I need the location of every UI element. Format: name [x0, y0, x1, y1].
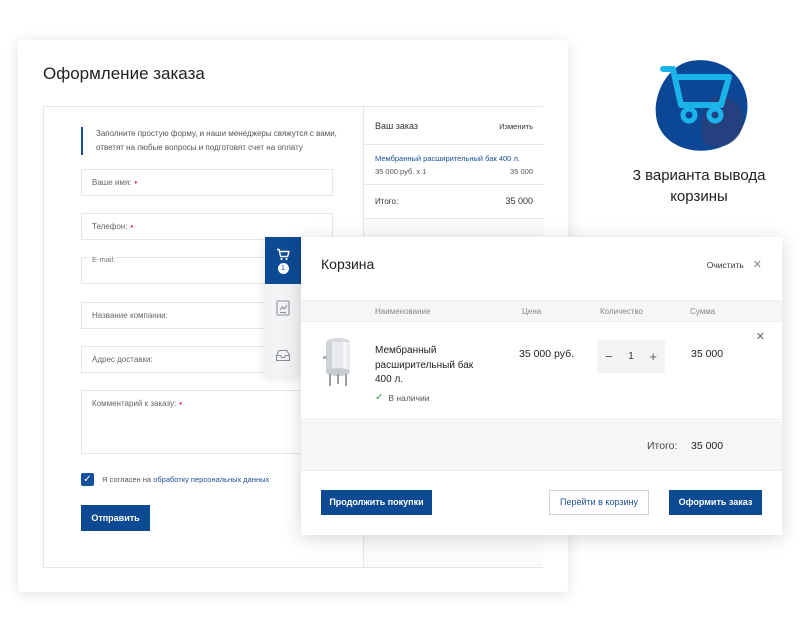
order-total-value: 35 000 — [505, 196, 533, 206]
column-name: Наименование — [375, 307, 431, 316]
required-mark: • — [179, 399, 183, 408]
compare-icon — [276, 299, 290, 316]
comment-field[interactable]: Комментарий к заказу: • — [81, 390, 333, 454]
inbox-icon — [275, 349, 291, 361]
checkout-button[interactable]: Оформить заказ — [669, 490, 762, 515]
sidebar-tab-inbox[interactable] — [265, 331, 301, 378]
order-summary-header: Ваш заказ Изменить — [364, 107, 544, 145]
cart-logo-icon — [655, 60, 748, 151]
cart-item-row: Мембранный расширительный бак 400 л. ✓ В… — [301, 322, 782, 420]
comment-field-label: Комментарий к заказу: — [92, 399, 177, 408]
close-icon: ✕ — [752, 259, 762, 271]
phone-field-label: Телефон: — [92, 222, 128, 231]
promo-caption: 3 варианта вывода корзины — [632, 167, 766, 205]
cart-count-badge: 1 — [277, 262, 289, 274]
product-price: 35 000 руб. — [519, 348, 575, 360]
company-field-label: Название компании: — [92, 311, 168, 320]
privacy-link[interactable]: обработку персональных данных — [153, 475, 269, 484]
cart-table-header: Наименование Цена Количество Сумма — [301, 300, 782, 322]
cart-icon — [277, 248, 290, 260]
order-total-label: Итого: — [375, 197, 399, 206]
order-summary-item: Мембранный расширительный бак 400 л. 35 … — [364, 145, 544, 185]
clear-cart-button[interactable]: Очистить ✕ — [707, 258, 762, 271]
clear-cart-label: Очистить — [706, 259, 744, 270]
quantity-value[interactable]: 1 — [628, 351, 634, 362]
product-image[interactable] — [321, 336, 355, 388]
stock-label: В наличии — [388, 392, 430, 403]
quantity-stepper: − 1 + — [597, 340, 665, 373]
product-name[interactable]: Мембранный расширительный бак 400 л. — [375, 344, 487, 388]
consent-label: Я согласен на — [102, 475, 152, 484]
order-summary-total: Итого: 35 000 — [364, 185, 544, 219]
cart-popup: Корзина Очистить ✕ Наименование Цена Кол… — [301, 237, 782, 535]
decrease-button[interactable]: − — [605, 349, 613, 364]
form-note: Заполните простую форму, и наши менеджер… — [81, 127, 339, 155]
cart-total-value: 35 000 — [691, 440, 724, 452]
column-qty: Количество — [600, 307, 643, 316]
name-field[interactable]: Ваше имя: • — [81, 169, 333, 196]
consent-row: ✓ Я согласен на обработку персональных д… — [81, 473, 269, 486]
submit-button[interactable]: Отправить — [81, 505, 150, 531]
required-mark: • — [134, 178, 138, 187]
column-price: Цена — [522, 307, 542, 316]
cart-title: Корзина — [321, 256, 375, 272]
increase-button[interactable]: + — [649, 349, 657, 364]
product-sum: 35 000 — [691, 348, 724, 360]
order-item-name[interactable]: Мембранный расширительный бак 400 л. — [375, 154, 520, 163]
column-sum: Сумма — [690, 307, 716, 316]
order-item-qty: 35 000 руб. x 1 — [375, 167, 427, 176]
email-field-label: E-mail: — [90, 255, 118, 264]
remove-item-icon[interactable]: ✕ — [756, 330, 765, 343]
consent-text: Я согласен на обработку персональных дан… — [102, 475, 269, 484]
required-mark: • — [130, 222, 134, 231]
stock-status: ✓ В наличии — [375, 392, 429, 403]
address-field-label: Адрес доставки: — [92, 355, 153, 364]
check-icon: ✓ — [375, 392, 384, 403]
page-title: Оформление заказа — [43, 64, 205, 83]
sidebar-tab-cart[interactable]: 1 — [265, 237, 301, 284]
floating-sidebar: 1 — [265, 237, 301, 378]
cart-total-label: Итого: — [647, 440, 678, 452]
change-order-link[interactable]: Изменить — [499, 122, 533, 131]
go-to-cart-button[interactable]: Перейти в корзину — [549, 490, 649, 515]
consent-checkbox[interactable]: ✓ — [81, 473, 94, 486]
phone-field[interactable]: Телефон: • — [81, 213, 333, 240]
order-summary-title: Ваш заказ — [375, 121, 419, 131]
continue-shopping-button[interactable]: Продолжить покупки — [321, 490, 432, 515]
order-item-price: 35 000 — [510, 167, 533, 176]
cart-total: Итого: 35 000 — [301, 421, 782, 471]
name-field-label: Ваше имя: — [92, 178, 132, 187]
sidebar-tab-compare[interactable] — [265, 284, 301, 331]
